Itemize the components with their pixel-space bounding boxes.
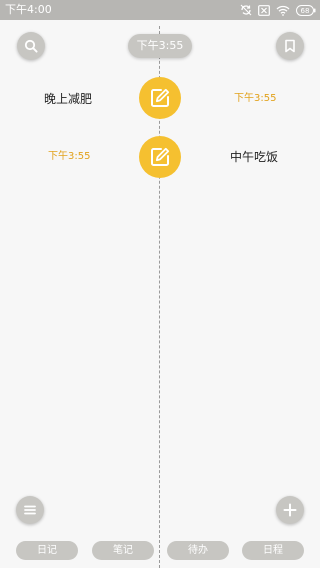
entry-title[interactable]: 中午吃饭	[230, 149, 278, 165]
menu-button[interactable]	[16, 496, 44, 524]
sim-off-icon	[258, 4, 270, 16]
status-time: 下午4:00	[5, 3, 52, 16]
add-button[interactable]	[276, 496, 304, 524]
search-icon	[24, 39, 38, 53]
entry-time: 下午3:55	[234, 93, 277, 104]
edit-note-icon	[151, 88, 170, 107]
add-icon	[283, 503, 297, 517]
tab-schedule[interactable]: 日程	[242, 541, 304, 560]
tab-notes[interactable]: 笔记	[92, 541, 154, 560]
entry-title[interactable]: 晚上减肥	[44, 91, 92, 107]
entry-edit-button[interactable]	[139, 136, 181, 178]
status-icons: 68	[240, 3, 316, 17]
entry-edit-button[interactable]	[139, 77, 181, 119]
battery-icon: 68	[296, 4, 316, 16]
sync-icon	[240, 4, 252, 16]
current-time-badge: 下午3:55	[128, 34, 192, 58]
tab-diary[interactable]: 日记	[16, 541, 78, 560]
app-screen: 下午4:00 68 下午3:55 晚上减肥 下午3:55 下午3:55 中午吃饭…	[0, 0, 320, 568]
menu-icon	[24, 505, 36, 515]
wifi-icon	[276, 5, 290, 16]
battery-level: 68	[301, 7, 310, 15]
bookmark-button[interactable]	[276, 32, 304, 60]
tab-todo[interactable]: 待办	[167, 541, 229, 560]
bookmark-icon	[285, 39, 295, 53]
search-button[interactable]	[17, 32, 45, 60]
status-bar: 下午4:00 68	[0, 0, 320, 20]
entry-time: 下午3:55	[48, 151, 91, 162]
edit-note-icon	[151, 147, 170, 166]
